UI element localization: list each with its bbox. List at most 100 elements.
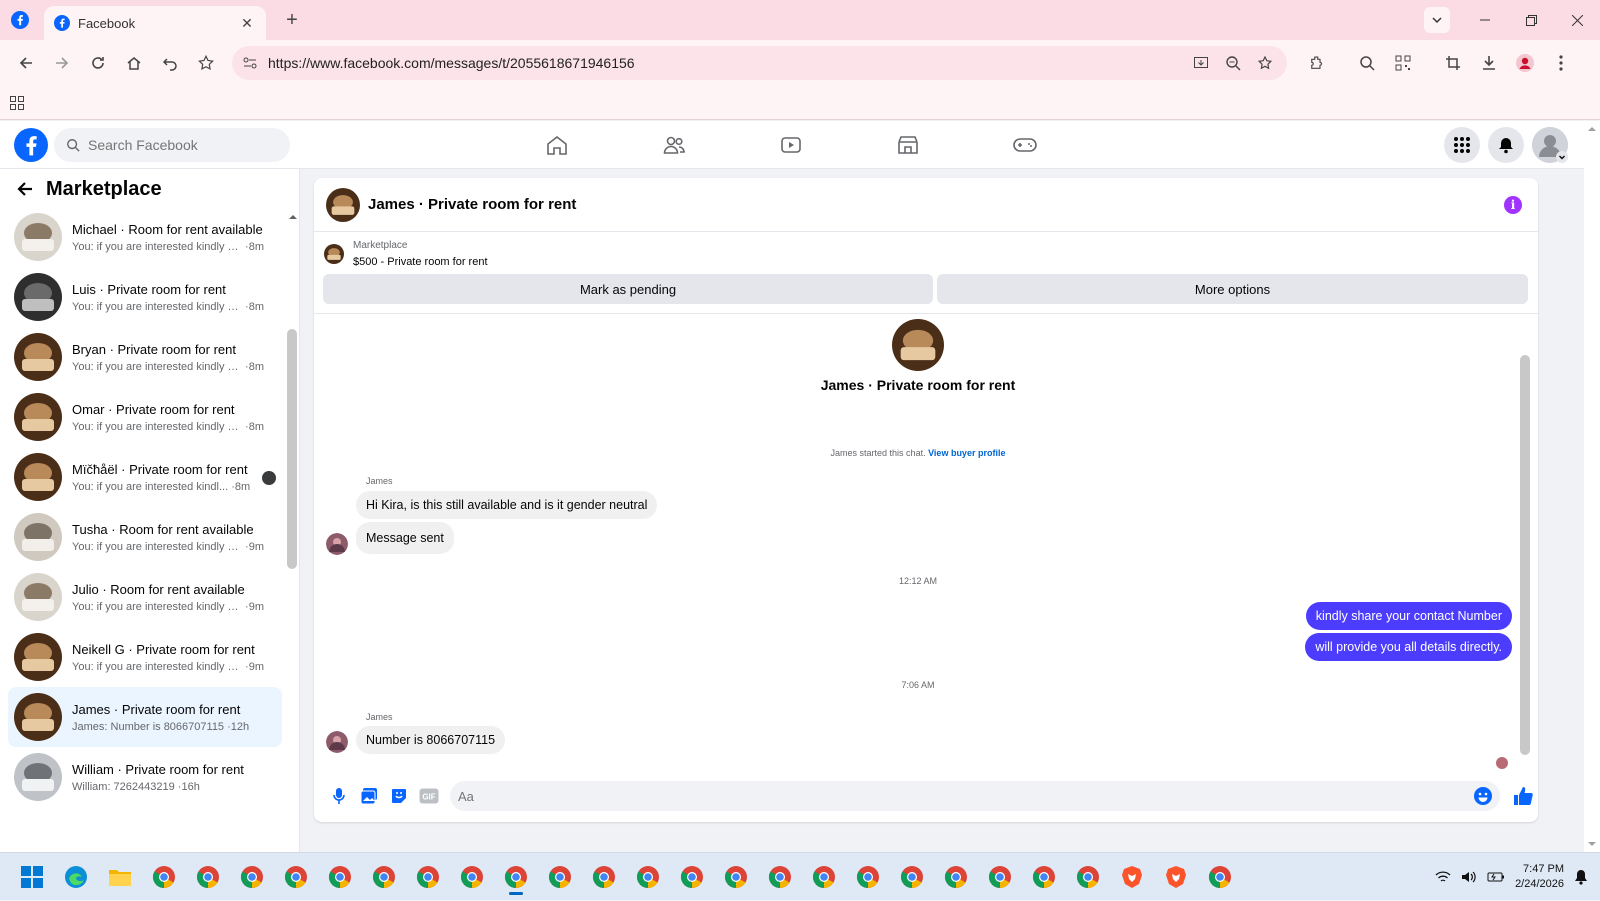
back-button[interactable] bbox=[8, 45, 44, 81]
taskbar-chrome[interactable] bbox=[582, 857, 626, 897]
attach-photo-button[interactable] bbox=[354, 781, 384, 811]
nav-home[interactable] bbox=[498, 121, 615, 169]
info-icon[interactable]: i bbox=[1504, 196, 1522, 214]
volume-icon[interactable] bbox=[1461, 870, 1477, 884]
taskbar-chrome[interactable] bbox=[230, 857, 274, 897]
taskbar-chrome[interactable] bbox=[1022, 857, 1066, 897]
conversation-item[interactable]: Mïčħåël · Private room for rent You: if y… bbox=[8, 447, 282, 507]
taskbar-brave[interactable] bbox=[1110, 857, 1154, 897]
taskbar-chrome[interactable] bbox=[890, 857, 934, 897]
facebook-logo-icon[interactable] bbox=[14, 127, 48, 162]
voice-clip-button[interactable] bbox=[324, 781, 354, 811]
scroll-down-icon[interactable] bbox=[1587, 840, 1597, 848]
conversation-item[interactable]: Omar · Private room for rent You: if you … bbox=[8, 387, 282, 447]
forward-button[interactable] bbox=[44, 45, 80, 81]
taskbar-chrome[interactable] bbox=[362, 857, 406, 897]
gif-button[interactable]: GIF bbox=[414, 781, 444, 811]
conversation-item[interactable]: Tusha · Room for rent available You: if y… bbox=[8, 507, 282, 567]
install-app-icon[interactable] bbox=[1185, 47, 1217, 79]
address-bar[interactable]: https://www.facebook.com/messages/t/2055… bbox=[232, 46, 1287, 80]
crop-button[interactable] bbox=[1435, 45, 1471, 81]
facebook-search-box[interactable] bbox=[54, 127, 290, 162]
conversation-list-scroll-thumb[interactable] bbox=[287, 329, 297, 569]
taskbar-chrome[interactable] bbox=[274, 857, 318, 897]
notification-bell-icon[interactable] bbox=[1574, 869, 1588, 885]
wifi-icon[interactable] bbox=[1435, 870, 1451, 884]
taskbar-chrome[interactable] bbox=[978, 857, 1022, 897]
view-buyer-profile-link[interactable]: View buyer profile bbox=[928, 448, 1005, 458]
message-input-box[interactable] bbox=[450, 781, 1500, 811]
back-arrow-icon[interactable] bbox=[16, 180, 34, 198]
scroll-up-icon[interactable] bbox=[288, 213, 298, 221]
thread-avatar[interactable] bbox=[892, 319, 944, 371]
sticker-button[interactable] bbox=[384, 781, 414, 811]
taskbar-chrome[interactable] bbox=[846, 857, 890, 897]
more-options-button[interactable]: More options bbox=[937, 274, 1528, 304]
send-like-button[interactable] bbox=[1510, 783, 1536, 809]
taskbar-chrome[interactable] bbox=[758, 857, 802, 897]
battery-icon[interactable] bbox=[1487, 870, 1505, 884]
taskbar-chrome[interactable] bbox=[186, 857, 230, 897]
tab-close-icon[interactable]: ✕ bbox=[238, 14, 256, 32]
system-clock[interactable]: 7:47 PM 2/24/2026 bbox=[1515, 862, 1564, 892]
zoom-icon[interactable] bbox=[1217, 47, 1249, 79]
home-button[interactable] bbox=[116, 45, 152, 81]
taskbar-chrome[interactable] bbox=[714, 857, 758, 897]
incoming-message[interactable]: Number is 8066707115 bbox=[356, 726, 506, 754]
qr-code-button[interactable] bbox=[1385, 45, 1421, 81]
incoming-message[interactable]: Hi Kira, is this still available and is … bbox=[356, 491, 658, 519]
mark-as-pending-button[interactable]: Mark as pending bbox=[323, 274, 933, 304]
conversation-item[interactable]: Luis · Private room for rent You: if you … bbox=[8, 267, 282, 327]
search-extension-button[interactable] bbox=[1349, 45, 1385, 81]
nav-gaming[interactable] bbox=[966, 121, 1083, 169]
reload-button[interactable] bbox=[80, 45, 116, 81]
apps-grid-icon[interactable] bbox=[10, 95, 24, 110]
facebook-search-input[interactable] bbox=[88, 136, 268, 153]
chat-title[interactable]: James · Private room for rent bbox=[368, 196, 576, 213]
nav-friends[interactable] bbox=[615, 121, 732, 169]
conversation-item[interactable]: Bryan · Private room for rent You: if you… bbox=[8, 327, 282, 387]
restore-button[interactable] bbox=[1508, 0, 1554, 40]
emoji-icon[interactable] bbox=[1474, 787, 1492, 805]
message-input[interactable] bbox=[458, 788, 1474, 804]
start-button[interactable] bbox=[10, 857, 54, 897]
taskbar-chrome[interactable] bbox=[142, 857, 186, 897]
bookmark-toolbar-button[interactable] bbox=[188, 45, 224, 81]
taskbar-chrome[interactable] bbox=[626, 857, 670, 897]
nav-marketplace[interactable] bbox=[849, 121, 966, 169]
chat-avatar[interactable] bbox=[326, 187, 360, 222]
site-settings-icon[interactable] bbox=[242, 55, 258, 71]
taskbar-chrome[interactable] bbox=[494, 857, 538, 897]
menu-button[interactable] bbox=[1444, 127, 1480, 163]
close-window-button[interactable] bbox=[1554, 0, 1600, 40]
account-button[interactable] bbox=[1532, 127, 1568, 163]
taskbar-chrome[interactable] bbox=[1198, 857, 1242, 897]
taskbar-chrome[interactable] bbox=[406, 857, 450, 897]
url-text[interactable]: https://www.facebook.com/messages/t/2055… bbox=[268, 55, 1185, 71]
pinned-tab-facebook[interactable] bbox=[0, 0, 40, 40]
taskbar-file-explorer[interactable] bbox=[98, 857, 142, 897]
taskbar-chrome[interactable] bbox=[538, 857, 582, 897]
minimize-button[interactable] bbox=[1462, 0, 1508, 40]
taskbar-edge[interactable] bbox=[54, 857, 98, 897]
conversation-item[interactable]: James · Private room for rent James: Numb… bbox=[8, 687, 282, 747]
taskbar-chrome[interactable] bbox=[934, 857, 978, 897]
outgoing-message[interactable]: will provide you all details directly. bbox=[1305, 633, 1512, 661]
conversation-item[interactable]: Neikell G · Private room for rent You: if… bbox=[8, 627, 282, 687]
page-scrollbar[interactable] bbox=[1584, 121, 1600, 852]
conversation-item[interactable]: Julio · Room for rent available You: if y… bbox=[8, 567, 282, 627]
downloads-button[interactable] bbox=[1471, 45, 1507, 81]
undo-button[interactable] bbox=[152, 45, 188, 81]
scroll-up-icon[interactable] bbox=[1587, 125, 1597, 133]
taskbar-chrome[interactable] bbox=[802, 857, 846, 897]
browser-menu-button[interactable] bbox=[1543, 45, 1579, 81]
taskbar-chrome[interactable] bbox=[318, 857, 362, 897]
bookmark-star-icon[interactable] bbox=[1249, 47, 1281, 79]
conversation-item[interactable]: Michael · Room for rent available You: if… bbox=[8, 207, 282, 267]
notifications-button[interactable] bbox=[1488, 127, 1524, 163]
extensions-button[interactable] bbox=[1299, 45, 1335, 81]
listing-price-title[interactable]: $500 - Private room for rent bbox=[353, 256, 488, 268]
new-tab-button[interactable]: + bbox=[280, 9, 304, 32]
browser-tab-facebook[interactable]: Facebook ✕ bbox=[44, 6, 266, 40]
conversation-item[interactable]: William · Private room for rent William: … bbox=[8, 747, 282, 807]
